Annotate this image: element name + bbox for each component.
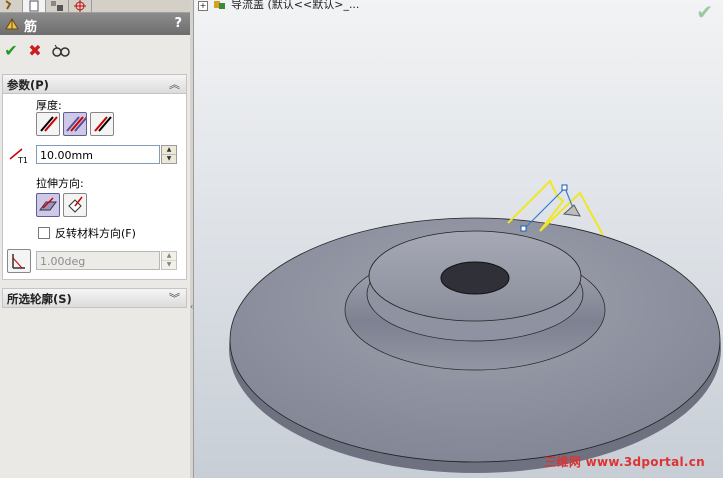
- spin-down-icon[interactable]: ▼: [162, 155, 176, 163]
- property-manager-panel: 筋 ? ✔ ✖ 参数(P) ︽ 厚度: T1 10.00mm ▲ ▼ 拉伸方向:…: [0, 0, 191, 478]
- rib-first-side-icon: [40, 116, 58, 132]
- collapse-up-icon: ︽: [169, 78, 180, 91]
- draft-angle-input[interactable]: 1.00deg: [36, 251, 160, 270]
- feature-manager-tab[interactable]: [0, 0, 23, 12]
- spin-up-icon[interactable]: ▲: [162, 252, 176, 261]
- model-graphics: [229, 179, 721, 473]
- cancel-button[interactable]: ✖: [24, 40, 46, 62]
- parameters-header-label: 参数(P): [7, 78, 49, 92]
- property-sheet-icon: [29, 0, 39, 12]
- glasses-icon: [52, 44, 70, 57]
- feature-tree-icon: [5, 0, 12, 10]
- draft-toggle-button[interactable]: [7, 249, 31, 273]
- splitter-grip-icon: ‹: [190, 302, 194, 311]
- parameters-group-header[interactable]: 参数(P) ︽: [3, 75, 186, 94]
- parameters-group: 参数(P) ︽ 厚度: T1 10.00mm ▲ ▼ 拉伸方向: 反转材料方向(…: [2, 74, 187, 280]
- selected-contours-header-label: 所选轮廓(S): [7, 292, 72, 306]
- feature-title: 筋: [24, 20, 38, 35]
- property-manager-tab[interactable]: [23, 0, 46, 12]
- expand-down-icon: ︾: [169, 292, 180, 305]
- thickness-dimension-icon: T1: [9, 148, 28, 165]
- flip-material-checkbox[interactable]: [38, 227, 50, 239]
- manager-tabs: [0, 0, 190, 13]
- draft-angle-spinner[interactable]: ▲ ▼: [161, 251, 177, 270]
- preview-button[interactable]: [50, 40, 72, 62]
- dimxpert-icon: [74, 0, 86, 12]
- spin-up-icon[interactable]: ▲: [162, 146, 176, 155]
- normal-to-sketch-icon: [68, 196, 83, 213]
- extrude-direction-label: 拉伸方向:: [36, 177, 84, 190]
- svg-text:T1: T1: [17, 156, 28, 165]
- spin-down-icon[interactable]: ▼: [162, 261, 176, 269]
- selected-contours-header[interactable]: 所选轮廓(S) ︾: [3, 289, 186, 308]
- normal-to-sketch-button[interactable]: [63, 193, 87, 217]
- sketch-endpoint-handle[interactable]: [561, 184, 568, 191]
- parallel-to-sketch-button[interactable]: [36, 193, 60, 217]
- configuration-icon: [51, 1, 63, 11]
- close-icon: ✖: [28, 41, 42, 60]
- thickness-first-side-button[interactable]: [36, 112, 60, 136]
- flip-material-label: 反转材料方向(F): [55, 227, 136, 240]
- graphics-viewport[interactable]: + 导流盖 (默认<<默认>_... ✔ 三维网 www.3dportal.cn: [194, 0, 723, 478]
- draft-angle-icon: [12, 254, 25, 269]
- center-hole: [440, 261, 510, 295]
- rib-feature-icon: [5, 18, 19, 30]
- thickness-input[interactable]: 10.00mm: [36, 145, 160, 164]
- thickness-second-side-button[interactable]: [90, 112, 114, 136]
- checkmark-icon: ✔: [4, 41, 18, 60]
- ok-button[interactable]: ✔: [0, 40, 22, 62]
- action-buttons: ✔ ✖: [0, 40, 190, 62]
- parallel-to-sketch-icon: [39, 197, 57, 211]
- dimxpert-tab[interactable]: [69, 0, 92, 12]
- help-button[interactable]: ?: [174, 16, 182, 31]
- rib-second-side-icon: [94, 116, 112, 132]
- thickness-both-sides-button[interactable]: [63, 112, 88, 136]
- configuration-manager-tab[interactable]: [46, 0, 69, 12]
- thickness-label: 厚度:: [36, 99, 62, 112]
- feature-title-bar: 筋 ?: [0, 13, 190, 35]
- watermark: 三维网 www.3dportal.cn: [544, 455, 705, 469]
- selected-contours-group: 所选轮廓(S) ︾: [2, 288, 187, 308]
- thickness-spinner[interactable]: ▲ ▼: [161, 145, 177, 164]
- sketch-endpoint-handle[interactable]: [520, 225, 527, 232]
- rib-both-sides-icon: [66, 116, 88, 132]
